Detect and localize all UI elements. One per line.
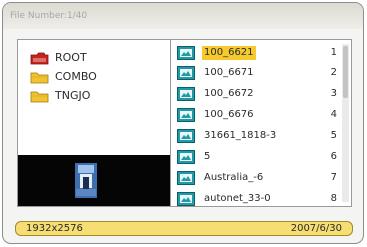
file-row[interactable]: 31661_1818-3 5 — [171, 125, 351, 146]
file-browser-window: File Number:1/40 ROOT COMBO TNGJO 100_66… — [2, 2, 364, 244]
file-name: Australia_-6 — [204, 172, 264, 183]
file-index: 7 — [330, 172, 337, 183]
file-row[interactable]: Australia_-6 7 — [171, 167, 351, 188]
file-index: 1 — [330, 47, 337, 58]
image-file-icon — [177, 129, 195, 143]
image-preview — [18, 155, 170, 206]
photo-thumbnail — [75, 163, 97, 198]
status-bar: 1932x2576 2007/6/30 — [15, 221, 353, 236]
file-name: 100_6621 — [202, 46, 256, 60]
file-name: 100_6672 — [204, 88, 254, 99]
image-file-icon — [177, 150, 195, 164]
file-index: 3 — [330, 88, 337, 99]
file-row[interactable]: 100_6671 2 — [171, 62, 351, 83]
image-file-icon — [177, 108, 195, 122]
file-name: 5 — [204, 151, 211, 162]
scrollbar-thumb[interactable] — [343, 46, 348, 98]
folder-label: COMBO — [55, 70, 97, 83]
file-index: 4 — [330, 109, 337, 120]
file-list-pane: 100_6621 1 100_6671 2 100_6672 3 100_667… — [170, 39, 352, 207]
file-row[interactable]: 100_6621 1 — [171, 42, 351, 63]
media-player-screen: File Number:1/40 ROOT COMBO TNGJO 100_66… — [0, 0, 367, 247]
image-date: 2007/6/30 — [290, 223, 342, 234]
title-bar: File Number:1/40 — [3, 3, 363, 29]
image-resolution: 1932x2576 — [26, 223, 83, 234]
file-name: 100_6676 — [204, 109, 254, 120]
image-file-icon — [177, 66, 195, 80]
folder-label: TNGJO — [55, 89, 91, 102]
file-index: 2 — [330, 67, 337, 78]
folder-tree-pane: ROOT COMBO TNGJO — [17, 39, 171, 207]
folder-label: ROOT — [55, 51, 87, 64]
file-index: 5 — [330, 130, 337, 141]
image-file-icon — [177, 46, 195, 60]
file-index: 8 — [330, 193, 337, 204]
file-name: autonet_33-0 — [204, 193, 271, 204]
image-file-icon — [177, 87, 195, 101]
file-list-scrollbar[interactable] — [342, 44, 349, 202]
file-name: 31661_1818-3 — [204, 130, 277, 141]
root-icon — [30, 52, 49, 65]
file-row[interactable]: 100_6676 4 — [171, 104, 351, 125]
file-name: 100_6671 — [204, 67, 254, 78]
folder-icon — [30, 72, 49, 84]
file-row[interactable]: 100_6672 3 — [171, 83, 351, 104]
file-row[interactable]: autonet_33-0 8 — [171, 188, 351, 206]
file-row[interactable]: 5 6 — [171, 146, 351, 167]
folder-icon — [30, 91, 49, 103]
image-file-icon — [177, 171, 195, 185]
image-file-icon — [177, 192, 195, 206]
file-index: 6 — [330, 151, 337, 162]
file-number-label: File Number:1/40 — [10, 11, 88, 21]
